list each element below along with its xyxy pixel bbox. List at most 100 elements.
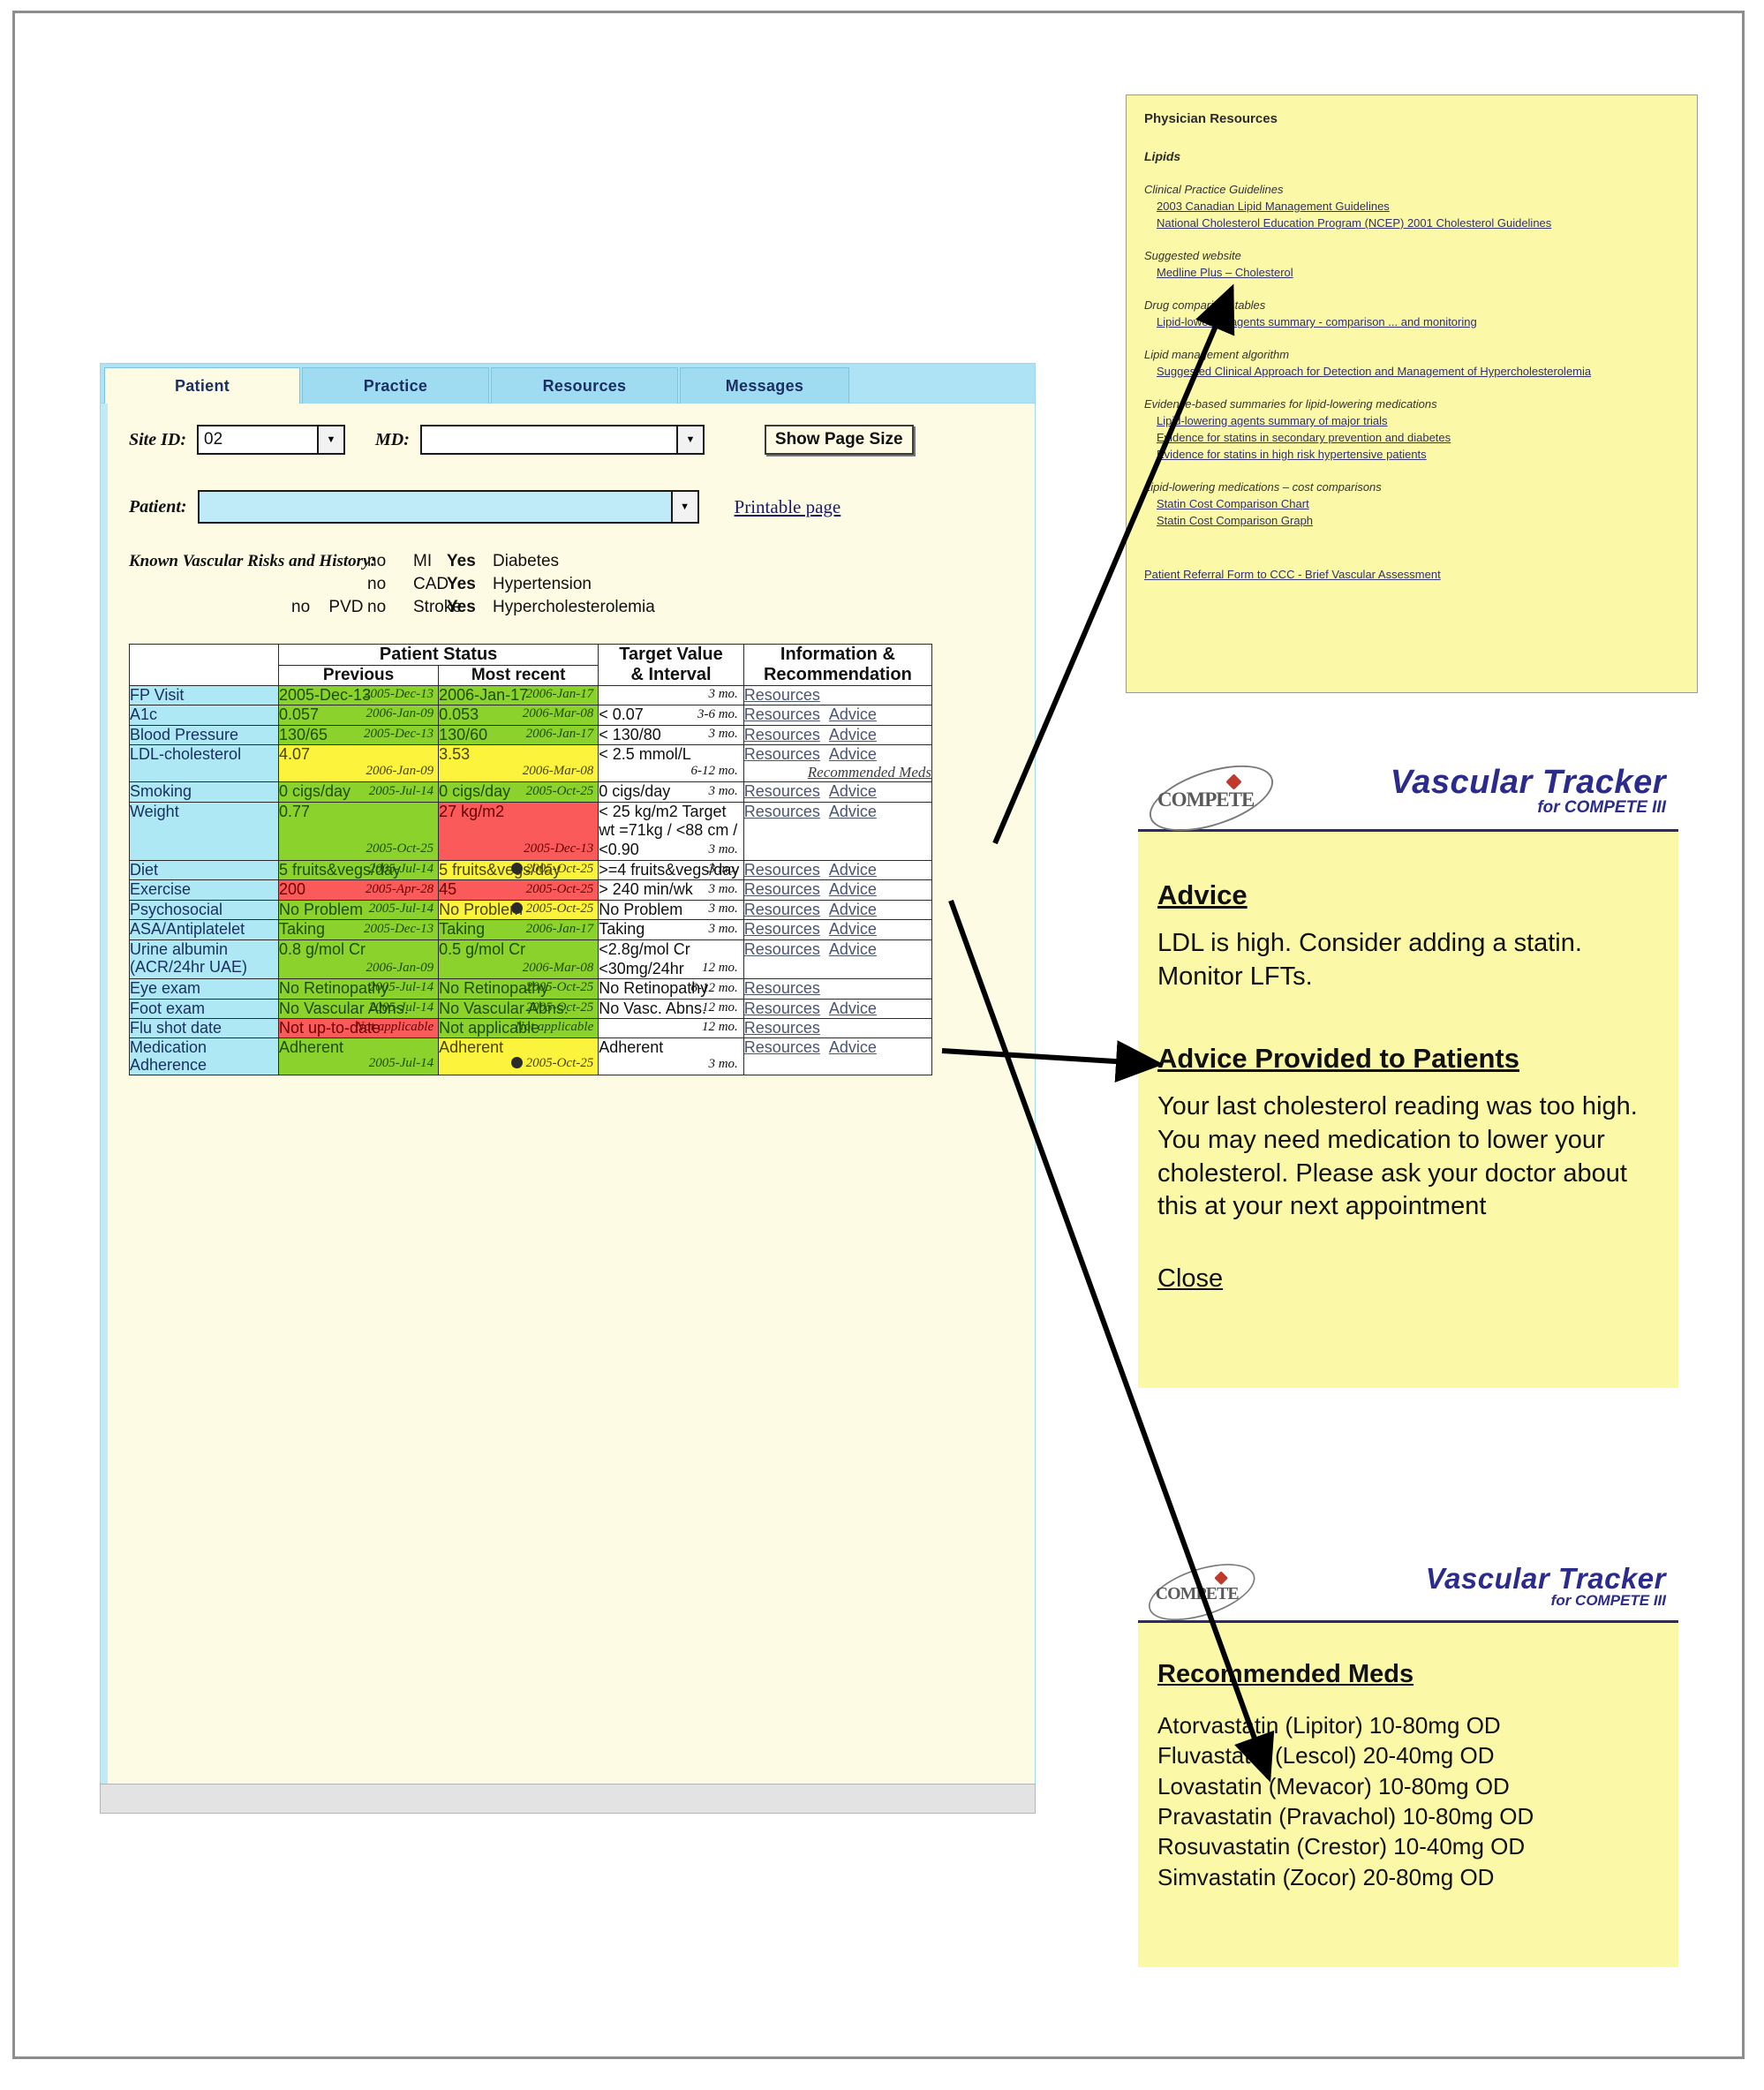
close-link[interactable]: Close <box>1157 1264 1223 1293</box>
resources-link[interactable]: Resources <box>744 803 820 820</box>
cell-most-recent: No Retinopathy 2005-Oct-25 <box>438 978 599 1000</box>
cell-most-recent: 0 cigs/day 2005-Oct-25 <box>438 781 599 803</box>
resources-link[interactable]: Resources <box>744 782 820 800</box>
risk-hyperchol-label: Hypercholesterolemia <box>493 598 655 616</box>
tab-messages[interactable]: Messages <box>680 367 849 404</box>
vascular-tracker-title: Vascular Tracker <box>1390 764 1666 801</box>
risk-pvd: no PVD <box>291 598 367 617</box>
resources-link[interactable]: Resources <box>744 1000 820 1017</box>
advice-body-text: LDL is high. Consider adding a statin. M… <box>1157 929 1582 991</box>
advice-link[interactable]: Advice <box>829 726 877 743</box>
cell-previous: 5 fruits&vegs/day 2005-Jul-14 <box>277 859 440 881</box>
table-header-row-1: Patient Status Target Value & Interval I… <box>129 644 933 686</box>
target-interval: 12 mo. <box>701 1000 738 1015</box>
advice-link[interactable]: Advice <box>829 880 877 898</box>
cell-date: 2005-Jul-14 <box>368 902 434 917</box>
tab-resources[interactable]: Resources <box>491 367 678 404</box>
cell-value: Adherent <box>278 1038 344 1057</box>
md-select[interactable]: ▼ <box>419 425 705 455</box>
resource-link[interactable]: Suggested Clinical Approach for Detectio… <box>1157 365 1679 378</box>
table-row: Foot exam No Vascular Abns. 2005-Jul-14 No … <box>129 998 933 1020</box>
advice-link[interactable]: Advice <box>829 901 877 918</box>
resource-link[interactable]: Evidence for statins in secondary preven… <box>1157 431 1679 444</box>
resource-link[interactable]: Lipid-lowering agents summary of major t… <box>1157 414 1679 427</box>
med-item: Fluvastatin (Lescol) 20-40mg OD <box>1157 1742 1495 1769</box>
resources-group-heading: Lipid management algorithm <box>1144 348 1290 361</box>
resource-link[interactable]: Medline Plus – Cholesterol <box>1157 266 1679 279</box>
resources-link[interactable]: Resources <box>744 920 820 938</box>
resources-link[interactable]: Resources <box>744 880 820 898</box>
horizontal-scrollbar[interactable] <box>100 1784 1036 1814</box>
cell-value: 3.53 <box>439 745 471 764</box>
advice-link[interactable]: Advice <box>829 1000 877 1017</box>
advice-link[interactable]: Advice <box>829 705 877 723</box>
cell-most-recent: 27 kg/m2 2005-Dec-13 <box>438 801 599 861</box>
resources-link[interactable]: Resources <box>744 901 820 918</box>
cell-information: Resources Advice Recommended Meds <box>743 744 933 783</box>
patient-row: Patient: ▼ Printable page <box>129 490 841 524</box>
target-value: No Problem <box>599 900 683 918</box>
site-id-value: 02 <box>204 430 223 449</box>
resource-link[interactable]: 2003 Canadian Lipid Management Guideline… <box>1157 200 1679 213</box>
resource-link[interactable]: Lipid-lowering agents summary - comparis… <box>1157 315 1679 328</box>
cell-date: 2006-Jan-17 <box>525 921 594 936</box>
tab-patient[interactable]: Patient <box>104 367 300 404</box>
chevron-down-icon[interactable]: ▼ <box>317 426 343 453</box>
resources-link[interactable]: Resources <box>744 726 820 743</box>
site-id-select[interactable]: 02 ▼ <box>197 425 345 455</box>
risk-cad-label: CAD <box>413 575 449 593</box>
target-value: No Vasc. Abns. <box>599 999 706 1017</box>
resource-link[interactable]: Statin Cost Comparison Chart <box>1157 497 1679 510</box>
resources-link[interactable]: Resources <box>744 979 820 997</box>
resource-link[interactable]: Evidence for statins in high risk hypert… <box>1157 448 1679 461</box>
patient-referral-form-link[interactable]: Patient Referral Form to CCC - Brief Vas… <box>1144 568 1679 581</box>
advice-link[interactable]: Advice <box>829 782 877 800</box>
table-row: Medication Adherence Adherent 2005-Jul-14 A… <box>129 1037 933 1075</box>
target-interval: 3 mo. <box>708 841 738 856</box>
resources-link[interactable]: Resources <box>744 705 820 723</box>
resources-link[interactable]: Resources <box>744 1019 820 1037</box>
resource-link[interactable]: National Cholesterol Education Program (… <box>1157 216 1679 230</box>
cell-target: <2.8g/mol Cr <30mg/24hr 12 mo. <box>598 939 744 980</box>
resources-link[interactable]: Resources <box>744 1038 820 1056</box>
cell-previous: 130/65 2005-Dec-13 <box>277 724 440 746</box>
compete-logo: COMPETE <box>1142 1552 1263 1632</box>
advice-link[interactable]: Advice <box>829 1038 877 1056</box>
resource-link[interactable]: Statin Cost Comparison Graph <box>1157 514 1679 527</box>
chevron-down-icon[interactable]: ▼ <box>675 426 703 453</box>
cell-information: Resources Advice <box>743 879 933 901</box>
resources-link[interactable]: Resources <box>744 745 820 763</box>
cell-previous: 0.8 g/mol Cr 2006-Jan-09 <box>277 939 440 980</box>
resources-link[interactable]: Resources <box>744 861 820 879</box>
chevron-down-icon[interactable]: ▼ <box>670 492 697 522</box>
show-page-size-button[interactable]: Show Page Size <box>764 425 914 455</box>
cell-previous: No Problem 2005-Jul-14 <box>277 899 440 921</box>
cell-most-recent: 130/60 2006-Jan-17 <box>438 724 599 746</box>
cell-most-recent: 2006-Jan-17 2006-Jan-17 <box>438 685 599 705</box>
recommended-meds-link[interactable]: Recommended Meds <box>744 764 931 781</box>
resources-link[interactable]: Resources <box>744 940 820 958</box>
tab-practice[interactable]: Practice <box>302 367 489 404</box>
advice-link[interactable]: Advice <box>829 803 877 820</box>
resources-groups: Clinical Practice Guidelines 2003 Canadia… <box>1144 183 1679 527</box>
known-risks-grid: Known Vascular Risks and History: no MI … <box>129 552 923 617</box>
cell-target: < 0.07 3-6 mo. <box>598 705 744 726</box>
cell-date: 2006-Jan-09 <box>366 763 434 778</box>
printable-page-link[interactable]: Printable page <box>735 496 841 518</box>
target-interval: 3 mo. <box>708 1056 738 1071</box>
tab-bar: Patient Practice Resources Messages <box>100 363 1036 404</box>
header-information: Information & Recommendation <box>743 644 933 686</box>
cell-information: Resources Advice <box>743 724 933 746</box>
patient-select[interactable]: ▼ <box>197 490 699 524</box>
row-label: A1c <box>129 705 279 726</box>
cell-date: 2006-Jan-17 <box>525 726 594 741</box>
advice-link[interactable]: Advice <box>829 745 877 763</box>
advice-link[interactable]: Advice <box>829 940 877 958</box>
cell-date: 2006-Jan-09 <box>366 706 434 721</box>
advice-link[interactable]: Advice <box>829 861 877 879</box>
patient-label: Patient: <box>129 496 187 517</box>
advice-link[interactable]: Advice <box>829 920 877 938</box>
resources-link[interactable]: Resources <box>744 686 820 704</box>
risk-pvd-label: PVD <box>328 598 364 616</box>
target-interval: 3 mo. <box>708 881 738 896</box>
